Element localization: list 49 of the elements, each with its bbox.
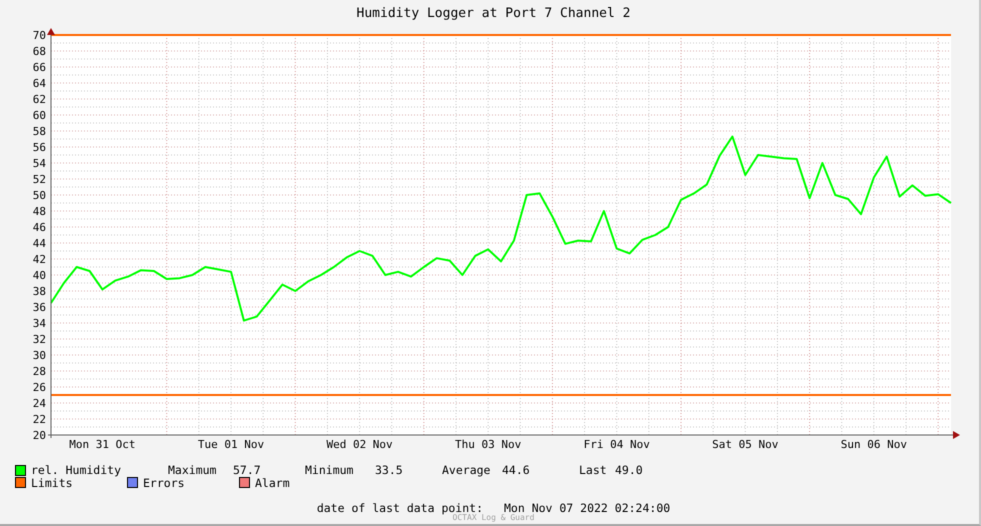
y-tick-label: 48 [32,205,46,218]
x-tick-label: Sat 05 Nov [712,438,778,451]
stat-label: Average [442,463,492,478]
legend-label: Limits [31,476,73,490]
credit-text: OCTAX Log & Guard [452,513,534,522]
y-tick-label: 22 [32,413,46,426]
y-tick-label: 40 [32,269,46,282]
y-tick-label: 32 [32,333,46,346]
y-tick-label: 64 [32,77,46,90]
x-tick-label: Fri 04 Nov [584,438,650,451]
y-tick-label: 56 [32,141,46,154]
y-tick-label: 50 [32,189,46,202]
chart-title: Humidity Logger at Port 7 Channel 2 [356,5,630,22]
x-tick-label: Mon 31 Oct [69,438,136,451]
stat-label: Maximum [168,463,218,478]
legend-label: Errors [143,476,185,490]
x-tick-label: Thu 03 Nov [455,438,522,451]
last-data-label: date of last data point: [316,501,483,515]
stat-label: Minimum [305,463,354,478]
y-tick-label: 70 [32,29,46,42]
y-tick-label: 30 [32,349,46,362]
y-tick-label: 24 [32,397,46,410]
legend-label: rel. Humidity [31,463,122,478]
y-tick-label: 54 [32,157,46,170]
last-data-date: Mon Nov 07 2022 02:24:00 [504,501,670,515]
y-tick-label: 34 [32,317,46,330]
y-tick-label: 36 [32,301,46,314]
stat-value: 44.6 [502,463,530,478]
y-tick-label: 26 [32,381,46,394]
y-tick-label: 44 [32,237,46,250]
legend-label: Alarm [255,476,290,490]
stat-label: Last [579,463,608,478]
y-tick-label: 42 [32,253,46,266]
stat-value: 33.5 [375,463,403,478]
y-tick-label: 38 [32,285,46,298]
y-tick-label: 20 [32,429,46,442]
y-tick-label: 60 [32,109,46,122]
y-tick-label: 58 [32,125,46,138]
stat-value: 49.0 [615,463,643,478]
y-tick-label: 28 [32,365,46,378]
x-tick-label: Tue 01 Nov [198,438,264,451]
y-tick-label: 62 [32,93,46,106]
x-tick-label: Sun 06 Nov [840,438,907,451]
y-tick-label: 68 [32,45,46,58]
y-tick-label: 46 [32,221,46,234]
y-tick-label: 66 [32,61,46,74]
x-tick-label: Wed 02 Nov [326,438,393,451]
stat-value: 57.7 [233,463,261,478]
y-tick-label: 52 [32,173,46,186]
